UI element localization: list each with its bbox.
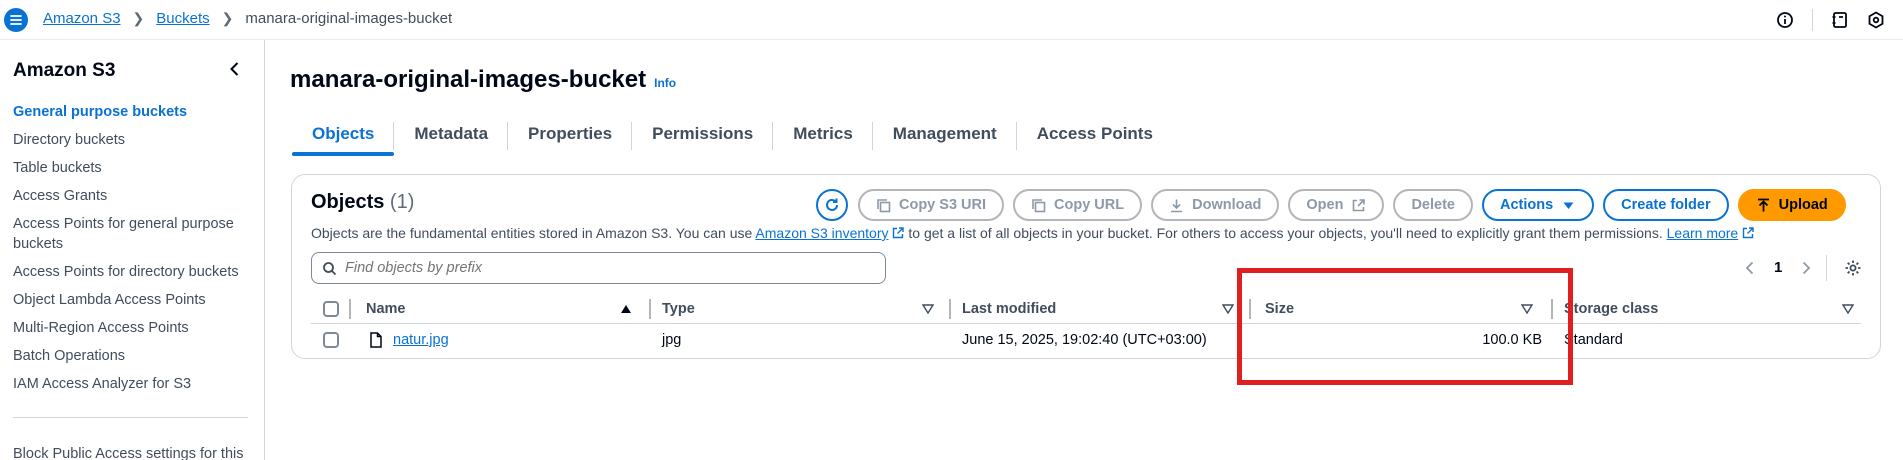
tab-bar: Objects Metadata Properties Permissions … <box>292 118 1173 156</box>
file-icon <box>370 332 382 348</box>
tab-objects[interactable]: Objects <box>292 118 395 156</box>
pager-divider <box>1826 255 1827 281</box>
tab-access-points[interactable]: Access Points <box>1017 118 1173 156</box>
caret-down-icon <box>1563 202 1574 209</box>
page-number[interactable]: 1 <box>1774 259 1782 276</box>
page-title: manara-original-images-bucket Info <box>290 66 676 94</box>
sidebar-item-table-buckets[interactable]: Table buckets <box>13 158 248 178</box>
delete-button[interactable]: Delete <box>1393 189 1473 221</box>
chevron-right-icon: ❯ <box>132 10 145 26</box>
objects-actions: Copy S3 URI Copy URL Download Open Delet… <box>816 189 1846 221</box>
copy-icon <box>877 198 891 212</box>
sidebar-item-multi-region[interactable]: Multi-Region Access Points <box>13 318 248 338</box>
search-icon <box>323 261 337 275</box>
sidebar-item-block-public-access[interactable]: Block Public Access settings for this <box>13 446 244 460</box>
objects-description: Objects are the fundamental entities sto… <box>311 225 1754 241</box>
notebook-icon[interactable] <box>1831 11 1849 29</box>
refresh-button[interactable] <box>816 189 848 221</box>
refresh-icon <box>826 198 838 211</box>
breadcrumb-current: manara-original-images-bucket <box>245 10 453 27</box>
select-all-checkbox[interactable] <box>323 301 339 317</box>
copy-s3-uri-button[interactable]: Copy S3 URI <box>858 189 1005 221</box>
chevron-left-icon[interactable] <box>1744 261 1756 275</box>
gear-icon[interactable] <box>1844 259 1862 277</box>
object-link[interactable]: natur.jpg <box>393 332 449 348</box>
chevron-left-icon[interactable] <box>226 60 244 78</box>
settings-badge-icon[interactable] <box>1867 11 1885 29</box>
sidebar-divider <box>13 417 248 418</box>
sidebar-title: Amazon S3 <box>13 60 116 81</box>
bucket-name: manara-original-images-bucket <box>290 66 647 93</box>
copy-icon <box>1032 198 1046 212</box>
column-header-storage-class[interactable]: Storage class <box>1551 294 1861 324</box>
actions-dropdown[interactable]: Actions <box>1481 189 1595 221</box>
column-header-last-modified[interactable]: Last modified <box>949 294 1249 324</box>
table-row: natur.jpg jpg June 15, 2025, 19:02:40 (U… <box>311 325 1861 355</box>
column-header-type[interactable]: Type <box>649 294 949 324</box>
sidebar: Amazon S3 General purpose buckets Direct… <box>0 40 265 460</box>
objects-count: (1) <box>389 191 415 213</box>
cell-last-modified: June 15, 2025, 19:02:40 (UTC+03:00) <box>962 332 1207 348</box>
sort-icon <box>1842 304 1854 314</box>
column-header-name[interactable]: Name <box>349 294 649 324</box>
sort-icon <box>1521 304 1533 314</box>
cell-type: jpg <box>662 332 682 348</box>
download-button[interactable]: Download <box>1151 189 1280 221</box>
sidebar-item-object-lambda[interactable]: Object Lambda Access Points <box>13 290 248 310</box>
upload-button[interactable]: Upload <box>1737 189 1846 221</box>
table-header: Name Type Last modified Size Storage cla… <box>311 294 1861 324</box>
sidebar-nav: General purpose buckets Directory bucket… <box>13 102 248 402</box>
objects-heading: Objects (1) <box>311 191 415 213</box>
external-link-icon <box>893 227 905 239</box>
row-checkbox[interactable] <box>323 332 339 348</box>
sort-icon <box>922 304 934 314</box>
learn-more-link[interactable]: Learn more <box>1667 225 1739 241</box>
chevron-right-icon: ❯ <box>221 10 234 26</box>
menu-icon[interactable] <box>4 8 28 32</box>
sidebar-item-access-grants[interactable]: Access Grants <box>13 186 248 206</box>
info-icon[interactable] <box>1776 11 1794 29</box>
download-icon <box>1171 199 1183 212</box>
breadcrumb: Amazon S3 ❯ Buckets ❯ manara-original-im… <box>43 10 452 27</box>
toolbar-divider <box>1812 9 1813 31</box>
pagination: 1 <box>1744 259 1812 276</box>
s3-inventory-link[interactable]: Amazon S3 inventory <box>755 225 888 241</box>
copy-url-button[interactable]: Copy URL <box>1013 189 1143 221</box>
breadcrumb-amazon-s3[interactable]: Amazon S3 <box>43 10 121 27</box>
tab-permissions[interactable]: Permissions <box>632 118 774 156</box>
breadcrumb-buckets[interactable]: Buckets <box>156 10 209 27</box>
cell-storage-class: Standard <box>1564 332 1623 348</box>
tab-metadata[interactable]: Metadata <box>394 118 509 156</box>
search-field[interactable] <box>311 252 886 284</box>
row-select-cell <box>323 325 339 355</box>
objects-container: Objects (1) Copy S3 URI Copy URL Downloa… <box>291 174 1881 359</box>
open-button[interactable]: Open <box>1288 189 1385 221</box>
sidebar-item-access-points-general[interactable]: Access Points for general purpose bucket… <box>13 214 248 254</box>
chevron-right-icon[interactable] <box>1800 261 1812 275</box>
external-link-icon <box>1743 227 1754 239</box>
sidebar-item-batch-operations[interactable]: Batch Operations <box>13 346 248 366</box>
tab-management[interactable]: Management <box>873 118 1017 156</box>
sidebar-item-general-purpose-buckets[interactable]: General purpose buckets <box>13 102 248 122</box>
sidebar-item-iam-access-analyzer[interactable]: IAM Access Analyzer for S3 <box>13 374 248 394</box>
select-all-cell <box>323 294 339 324</box>
sidebar-item-access-points-directory[interactable]: Access Points for directory buckets <box>13 262 248 282</box>
search-input[interactable] <box>345 260 865 276</box>
sort-ascending-icon <box>621 305 631 313</box>
upload-icon <box>1757 198 1769 211</box>
tab-properties[interactable]: Properties <box>508 118 633 156</box>
external-link-icon <box>1353 198 1366 211</box>
create-folder-button[interactable]: Create folder <box>1603 189 1729 221</box>
sort-icon <box>1222 304 1234 314</box>
info-link[interactable]: Info <box>654 76 676 90</box>
sidebar-item-directory-buckets[interactable]: Directory buckets <box>13 130 248 150</box>
tab-metrics[interactable]: Metrics <box>773 118 873 156</box>
column-header-size[interactable]: Size <box>1249 294 1549 324</box>
cell-name: natur.jpg <box>369 325 449 355</box>
cell-size: 100.0 KB <box>1482 332 1542 348</box>
top-bar: Amazon S3 ❯ Buckets ❯ manara-original-im… <box>0 0 1903 40</box>
